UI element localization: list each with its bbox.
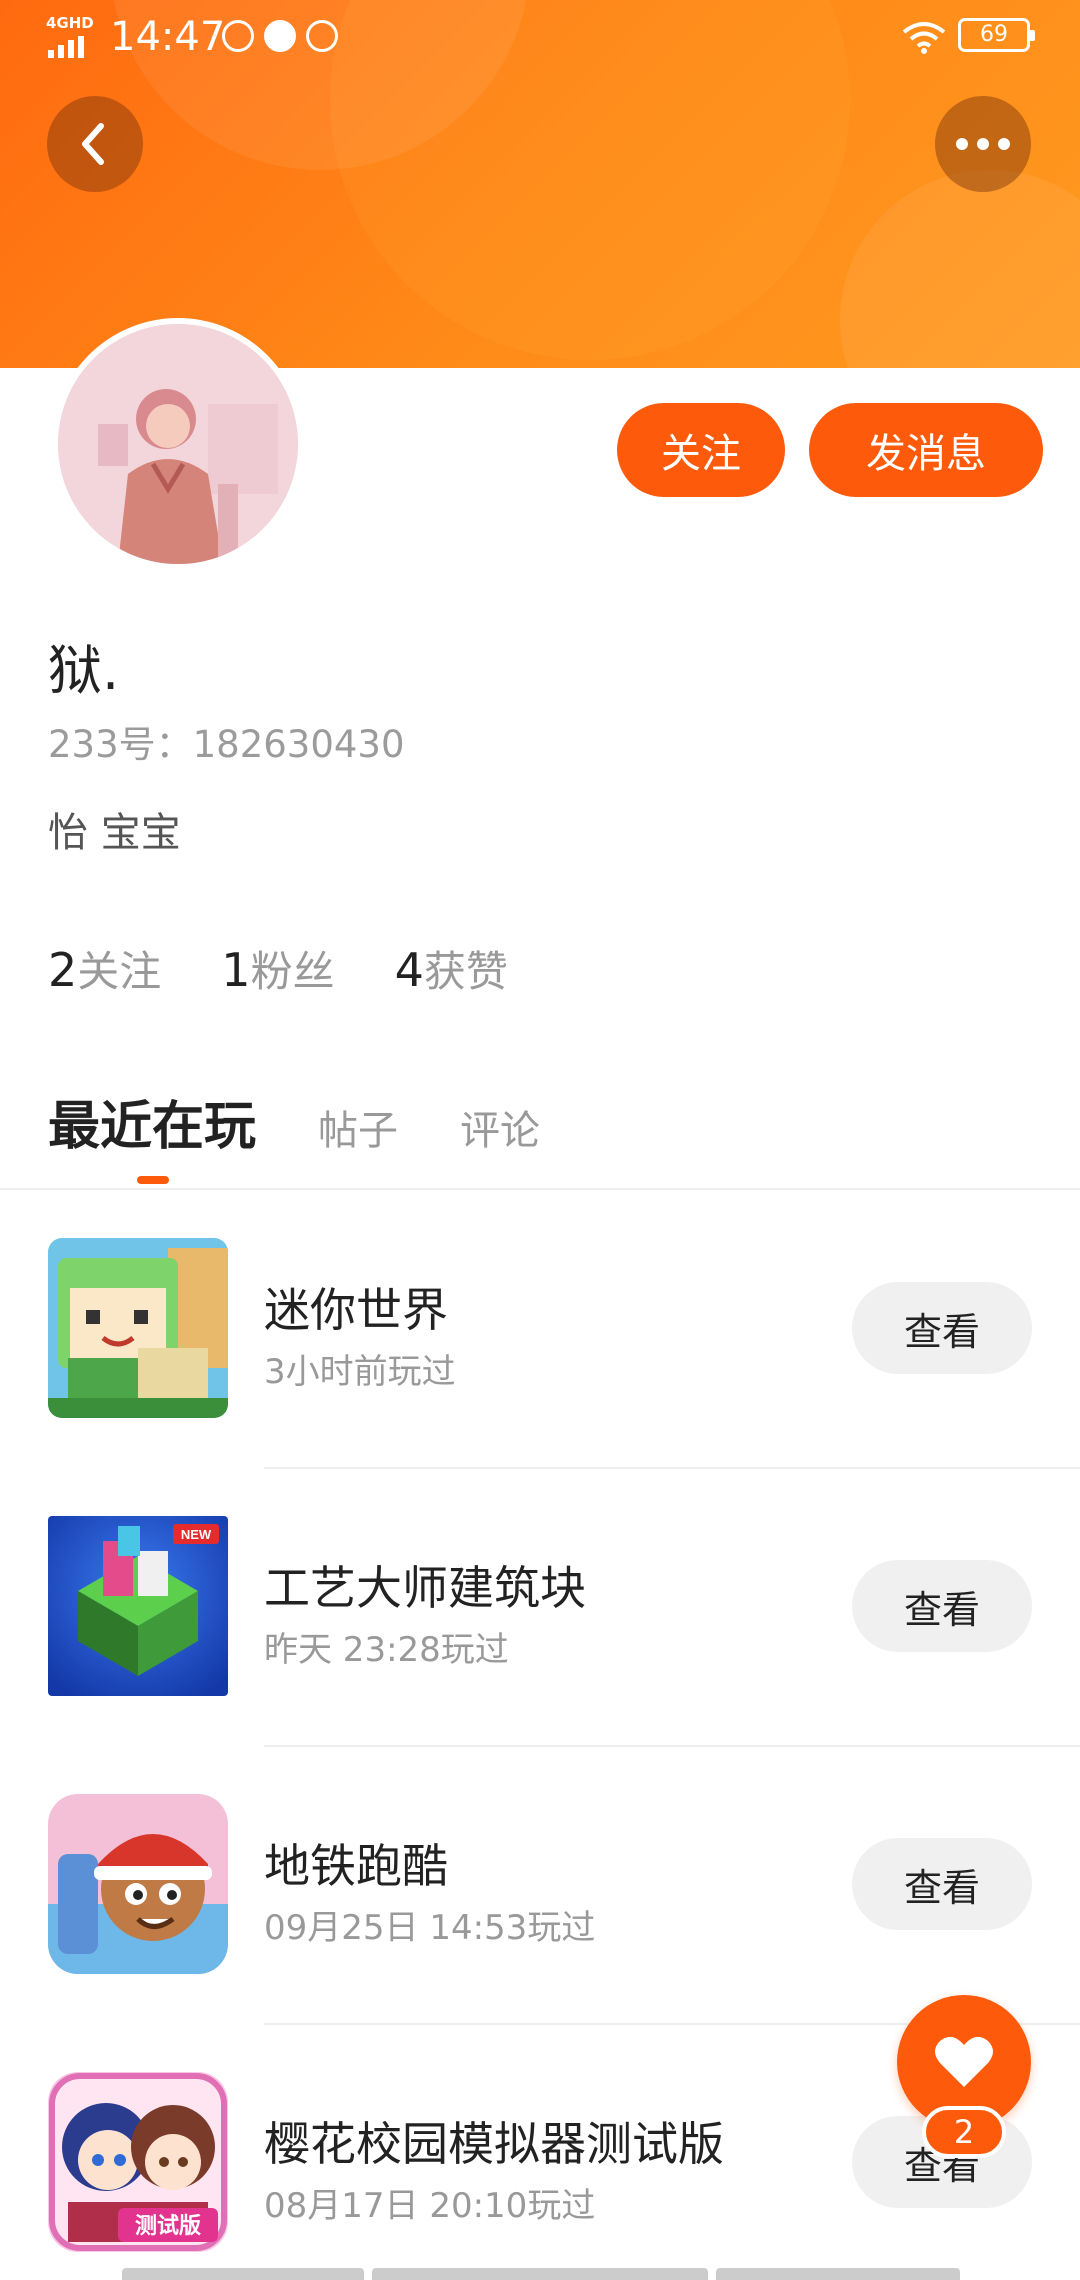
- scroll-indicator: [716, 2268, 960, 2280]
- tab-indicator: [137, 1176, 169, 1184]
- network-type: 4GHD: [46, 14, 94, 32]
- follow-button[interactable]: 关注: [617, 403, 785, 497]
- divider: [0, 1188, 1080, 1190]
- profile-tabs: 最近在玩 帖子 评论: [48, 1084, 540, 1159]
- last-played: 08月17日 20:10玩过: [264, 2186, 596, 2226]
- back-button[interactable]: [47, 96, 143, 192]
- divider: [264, 1745, 1080, 1747]
- signature: 怡 宝宝: [48, 810, 181, 856]
- test-version-badge: 测试版: [135, 2214, 201, 2239]
- tab-comments[interactable]: 评论: [460, 1098, 540, 1156]
- stat-label: 关注: [77, 947, 162, 996]
- new-badge: NEW: [181, 1527, 212, 1542]
- craft-master-icon: NEW: [48, 1516, 228, 1696]
- game-name: 樱花校园模拟器测试版: [264, 2117, 724, 2171]
- sakura-school-icon: 测试版: [48, 2072, 228, 2252]
- list-item[interactable]: 迷你世界 3小时前玩过 查看: [0, 1238, 1080, 1516]
- last-played: 09月25日 14:53玩过: [264, 1908, 596, 1948]
- list-item[interactable]: NEW 工艺大师建筑块 昨天 23:28玩过 查看: [0, 1516, 1080, 1794]
- like-count-badge: 2: [922, 2106, 1006, 2158]
- more-dots-icon: [956, 138, 1010, 150]
- tab-posts[interactable]: 帖子: [318, 1098, 398, 1156]
- tab-recent-games[interactable]: 最近在玩: [48, 1084, 256, 1159]
- divider: [264, 1467, 1080, 1469]
- scroll-indicator: [372, 2268, 708, 2280]
- stat-likes[interactable]: 4获赞: [395, 938, 508, 999]
- notification-icons: [222, 20, 338, 54]
- last-played: 昨天 23:28玩过: [264, 1630, 509, 1670]
- wechat-icon: [222, 20, 254, 52]
- status-bar: 4GHD 14:47 69: [0, 0, 1080, 72]
- username: 狱.: [48, 639, 120, 702]
- status-time: 14:47: [110, 14, 226, 60]
- stat-label: 获赞: [423, 947, 508, 996]
- follow-label: 关注: [661, 431, 741, 477]
- avatar[interactable]: [52, 318, 304, 570]
- heart-icon: [935, 2036, 993, 2087]
- stat-followers[interactable]: 1粉丝: [221, 938, 334, 999]
- app-notify-icon: [306, 20, 338, 52]
- stat-number: 1: [221, 943, 251, 997]
- profile-stats: 2关注 1粉丝 4获赞: [48, 938, 508, 999]
- scroll-indicator: [122, 2268, 364, 2280]
- send-message-button[interactable]: 发消息: [809, 403, 1043, 497]
- game-name: 工艺大师建筑块: [264, 1561, 586, 1615]
- more-options-button[interactable]: [935, 96, 1031, 192]
- planet-icon: [264, 20, 296, 52]
- user-id: 233号：182630430: [48, 723, 405, 766]
- stat-number: 4: [394, 943, 424, 997]
- wifi-icon: [902, 22, 946, 54]
- last-played: 3小时前玩过: [264, 1352, 456, 1392]
- game-name: 迷你世界: [264, 1283, 448, 1337]
- chevron-left-icon: [82, 123, 104, 165]
- battery-icon: 69: [958, 18, 1035, 52]
- message-label: 发消息: [866, 431, 986, 477]
- stat-following[interactable]: 2关注: [48, 938, 161, 999]
- signal-icon: 4GHD: [46, 14, 98, 58]
- view-button[interactable]: 查看: [852, 1560, 1032, 1652]
- mini-world-icon: [48, 1238, 228, 1418]
- header-decoration: [840, 170, 1080, 368]
- stat-number: 2: [48, 943, 78, 997]
- subway-surfers-icon: [48, 1794, 228, 1974]
- battery-level: 69: [980, 22, 1008, 47]
- view-button[interactable]: 查看: [852, 1838, 1032, 1930]
- stat-label: 粉丝: [250, 947, 335, 996]
- game-name: 地铁跑酷: [264, 1839, 448, 1893]
- view-button[interactable]: 查看: [852, 1282, 1032, 1374]
